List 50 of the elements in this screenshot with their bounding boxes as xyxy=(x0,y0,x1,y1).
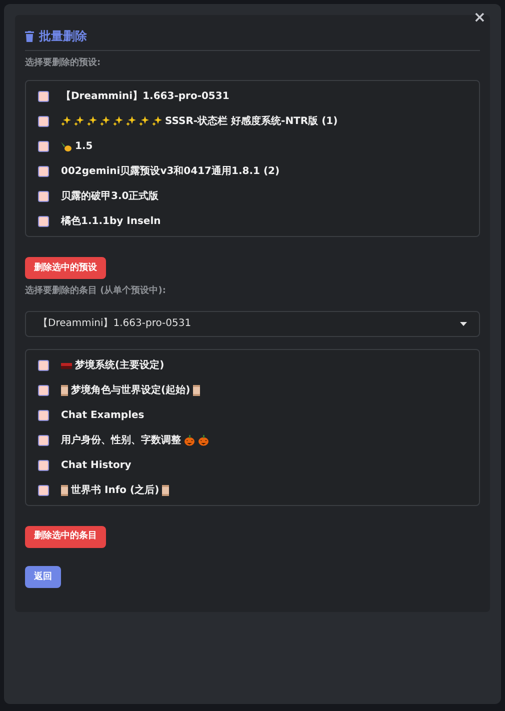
dialog-title: 批量删除 xyxy=(39,28,87,45)
scroll-icon xyxy=(61,384,68,396)
checkbox-label: 橘色1.1.1by Inseln xyxy=(61,214,161,228)
close-button[interactable]: × xyxy=(473,10,486,25)
section-label: 选择要删除的条目 (从单个预设中): xyxy=(25,285,167,298)
checkbox[interactable] xyxy=(38,460,49,471)
back-button[interactable]: 返回 xyxy=(25,566,61,588)
scroll-icon xyxy=(162,484,170,496)
checkbox-label: 梦境系统(主要设定) xyxy=(75,358,164,373)
checkbox[interactable] xyxy=(38,484,49,496)
checkbox[interactable] xyxy=(38,116,49,126)
checkbox-label: 用户身份、性别、字数调整 xyxy=(61,433,181,448)
checkbox[interactable] xyxy=(38,360,49,371)
checkbox-label: 002gemini贝露预设v3和0417通用1.8.1 (2) xyxy=(61,164,280,178)
checkbox[interactable] xyxy=(38,166,49,176)
sparkles-icon xyxy=(113,116,123,126)
checkbox-label: Chat Examples xyxy=(61,408,144,423)
flag-icon xyxy=(61,361,72,370)
delete-presets-button[interactable]: 删除选中的预设 xyxy=(25,257,106,280)
sparkles-icon xyxy=(139,116,149,126)
checkbox-label: SSSR-状态栏 好感度系统-NTR版 (1) xyxy=(165,114,338,128)
sparkles-icon xyxy=(74,116,84,126)
scroll-icon xyxy=(193,384,200,396)
preset-select[interactable]: 【Dreammini】1.663-pro-0531 xyxy=(25,310,480,337)
pumpkin-icon xyxy=(184,434,195,446)
checkbox[interactable] xyxy=(38,140,49,152)
checkbox-label: 1.5 xyxy=(75,140,93,154)
scroll-icon xyxy=(61,484,68,496)
dropdown-caret-icon xyxy=(460,322,467,326)
pineapple-icon xyxy=(61,140,72,152)
trash-icon xyxy=(25,30,34,42)
checkbox[interactable] xyxy=(38,410,49,421)
checkbox-label: Chat History xyxy=(61,458,132,473)
checkbox-label: 贝露的破甲3.0正式版 xyxy=(61,190,159,204)
checkbox-label: 世界书 Info (之后) xyxy=(71,483,160,498)
checkbox[interactable] xyxy=(38,384,49,396)
checkbox[interactable] xyxy=(38,434,49,446)
checkbox[interactable] xyxy=(38,216,49,226)
sparkles-icon xyxy=(100,116,110,126)
section-label: 选择要删除的预设: xyxy=(25,57,102,70)
checkbox-label: 梦境角色与世界设定(起始) xyxy=(71,383,190,398)
sparkles-icon xyxy=(61,116,71,126)
sparkles-icon xyxy=(87,116,97,126)
delete-entries-button[interactable]: 删除选中的条目 xyxy=(25,526,106,548)
pumpkin-icon xyxy=(198,434,209,446)
sparkles-icon xyxy=(126,116,136,126)
checkbox[interactable] xyxy=(38,90,49,102)
checkbox-label: 【Dreammini】1.663-pro-0531 xyxy=(61,90,230,104)
sparkles-icon xyxy=(152,116,162,126)
checkbox[interactable] xyxy=(38,190,49,202)
